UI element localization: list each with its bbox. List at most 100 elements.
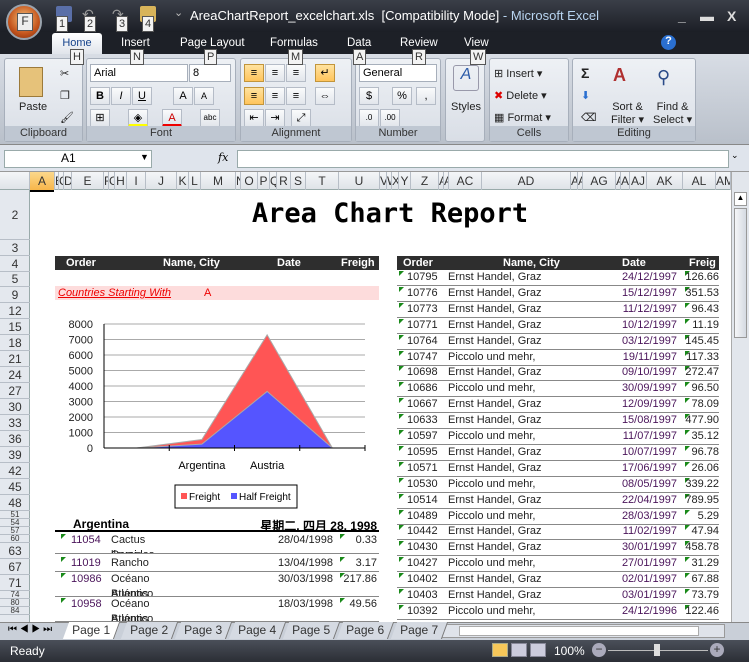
name-cell[interactable]: Ernst Handel, Graz: [448, 365, 542, 380]
date-cell[interactable]: 02/01/1997: [622, 572, 677, 587]
order-cell[interactable]: 10392: [407, 604, 438, 619]
column-header[interactable]: AK: [647, 172, 683, 190]
merge-center-icon[interactable]: ⇔: [315, 87, 335, 105]
order-cell[interactable]: 10986: [71, 572, 102, 587]
font-size-select[interactable]: 8: [189, 64, 231, 82]
sheet-tab[interactable]: Page 6: [336, 622, 395, 639]
cut-icon[interactable]: ✂: [60, 67, 69, 80]
date-cell[interactable]: 15/08/1997: [622, 413, 677, 428]
maximize-button[interactable]: ▬: [700, 8, 714, 24]
freight-cell[interactable]: 3.17: [356, 556, 377, 571]
sort-filter-button[interactable]: Sort & Filter ▾: [611, 101, 644, 126]
column-header[interactable]: P: [258, 172, 270, 190]
freight-cell[interactable]: 67.88: [691, 572, 719, 587]
styles-button[interactable]: Styles: [451, 101, 481, 113]
name-cell[interactable]: Ernst Handel, Graz: [448, 397, 542, 412]
column-header[interactable]: AD: [482, 172, 571, 190]
freight-cell[interactable]: 789.95: [685, 493, 719, 508]
filter-value[interactable]: A: [204, 287, 211, 299]
column-header[interactable]: AI: [621, 172, 630, 190]
name-box-dropdown-icon[interactable]: ▼: [140, 152, 149, 162]
freight-cell[interactable]: 49.56: [349, 597, 377, 612]
name-cell[interactable]: Ernst Handel, Graz: [448, 572, 542, 587]
align-top-icon[interactable]: ≡: [244, 64, 264, 82]
date-cell[interactable]: 15/12/1997: [622, 286, 677, 301]
office-button[interactable]: F: [6, 4, 42, 40]
freight-cell[interactable]: 458.78: [685, 540, 719, 555]
name-box[interactable]: A1: [4, 150, 152, 168]
freight-cell[interactable]: 47.94: [691, 524, 719, 539]
freight-cell[interactable]: 96.43: [691, 302, 719, 317]
name-cell[interactable]: Ernst Handel, Graz: [448, 286, 542, 301]
zoom-in-icon[interactable]: +: [710, 643, 724, 657]
date-cell[interactable]: 11/02/1997: [623, 524, 677, 539]
date-cell[interactable]: 03/12/1997: [622, 334, 677, 349]
freight-cell[interactable]: 78.09: [691, 397, 719, 412]
row-header[interactable]: 4: [0, 256, 30, 272]
sheet-tab[interactable]: Page 3: [174, 622, 233, 639]
row-header[interactable]: 42: [0, 463, 30, 479]
order-cell[interactable]: 11019: [71, 556, 101, 571]
customize-qat-icon[interactable]: ⌄: [174, 6, 183, 19]
freight-cell[interactable]: 122.46: [685, 604, 719, 619]
font-color-icon[interactable]: A: [162, 109, 182, 127]
align-middle-icon[interactable]: ≡: [265, 64, 285, 82]
name-cell[interactable]: Ernst Handel, Graz: [448, 302, 542, 317]
column-header[interactable]: A: [30, 172, 55, 190]
format-cells-button[interactable]: ▦ Format ▾: [494, 111, 551, 124]
row-header[interactable]: 71: [0, 575, 30, 591]
column-header[interactable]: K: [177, 172, 189, 190]
row-header[interactable]: 45: [0, 479, 30, 495]
page-layout-view-icon[interactable]: [511, 643, 527, 657]
column-header[interactable]: Z: [411, 172, 439, 190]
row-header[interactable]: 57: [0, 527, 30, 535]
underline-button[interactable]: U: [132, 87, 152, 105]
column-header[interactable]: L: [189, 172, 201, 190]
date-cell[interactable]: 30/09/1997: [622, 381, 677, 396]
date-cell[interactable]: 03/01/1997: [622, 588, 677, 603]
copy-icon[interactable]: ❐: [60, 89, 70, 102]
freight-cell[interactable]: 26.06: [691, 461, 719, 476]
sheet-tab[interactable]: Page 2: [120, 622, 179, 639]
horizontal-scrollbar[interactable]: [440, 624, 725, 638]
name-cell[interactable]: Piccolo und mehr,: [448, 509, 535, 524]
row-header[interactable]: 36: [0, 431, 30, 447]
align-bottom-icon[interactable]: ≡: [286, 64, 306, 82]
column-header[interactable]: R: [277, 172, 291, 190]
name-cell[interactable]: Ernst Handel, Graz: [448, 334, 542, 349]
orientation-icon[interactable]: ⤢: [291, 109, 311, 127]
order-cell[interactable]: 10747: [407, 350, 438, 365]
scroll-thumb[interactable]: [734, 208, 747, 338]
row-header[interactable]: 33: [0, 415, 30, 431]
name-cell[interactable]: Piccolo und mehr,: [448, 604, 535, 619]
date-cell[interactable]: 30/01/1997: [622, 540, 677, 555]
column-header[interactable]: M: [201, 172, 236, 190]
column-header[interactable]: Y: [399, 172, 411, 190]
freight-cell[interactable]: 31.29: [691, 556, 719, 571]
tab-insert[interactable]: Insert: [121, 37, 150, 49]
row-header[interactable]: 3: [0, 240, 30, 256]
row-header[interactable]: 74: [0, 591, 30, 599]
fill-icon[interactable]: ⬇: [581, 89, 590, 102]
date-cell[interactable]: 24/12/1997: [622, 270, 677, 285]
delete-cells-button[interactable]: ✖ Delete ▾: [494, 89, 547, 102]
column-header[interactable]: E: [72, 172, 104, 190]
comma-button[interactable]: ,: [416, 87, 436, 105]
name-cell[interactable]: Piccolo und mehr,: [448, 477, 535, 492]
decrease-decimal-icon[interactable]: .00: [380, 109, 400, 127]
shrink-font-icon[interactable]: A: [194, 87, 214, 105]
freight-cell[interactable]: 217.86: [343, 572, 377, 587]
order-cell[interactable]: 10795: [407, 270, 438, 285]
freight-cell[interactable]: 145.45: [685, 334, 719, 349]
tab-review[interactable]: Review: [400, 37, 438, 49]
name-cell[interactable]: Ernst Handel, Graz: [448, 493, 542, 508]
tab-formulas[interactable]: Formulas: [270, 37, 318, 49]
format-painter-icon[interactable]: 🖌: [60, 111, 74, 124]
align-center-icon[interactable]: ≡: [265, 87, 285, 105]
order-cell[interactable]: 10442: [407, 524, 438, 539]
freight-cell[interactable]: 351.53: [685, 286, 719, 301]
column-header[interactable]: AC: [449, 172, 482, 190]
name-cell[interactable]: Piccolo und mehr,: [448, 429, 535, 444]
name-cell[interactable]: Ernst Handel, Graz: [448, 540, 542, 555]
sheet-tab[interactable]: Page 5: [282, 622, 341, 639]
